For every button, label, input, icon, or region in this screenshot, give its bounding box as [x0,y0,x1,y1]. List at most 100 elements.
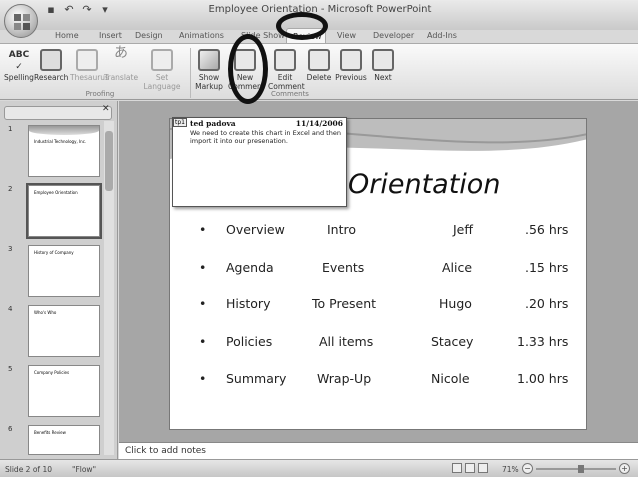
show-markup-button[interactable]: Show Markup [192,49,226,91]
show-markup-icon [198,49,220,71]
notes-pane[interactable]: Click to add notes [119,442,638,459]
redo-icon[interactable]: ↷ [80,3,94,17]
office-logo-icon [14,14,30,30]
slides-scrollbar[interactable] [104,121,114,455]
research-button[interactable]: Research [34,49,68,82]
next-icon [372,49,394,71]
comment-popup[interactable]: tp1 ted padova 11/14/2006 We need to cre… [172,117,347,207]
description-text: Events [322,260,365,275]
slide-number: 2 [8,185,13,193]
slide-number: 4 [8,305,13,313]
slide-show-icon[interactable] [478,463,488,473]
thumb-title: Industrial Technology, Inc. [34,139,87,144]
thumb-title: Benefits Review [34,430,66,435]
theme-name: "Flow" [72,465,97,474]
tab-developer[interactable]: Developer [362,28,416,43]
group-separator [190,48,191,98]
slide-title[interactable]: Orientation [348,169,500,200]
topic-text: Overview [226,222,285,237]
slide-number: 6 [8,425,13,433]
zoom-out-icon[interactable]: − [522,463,533,474]
tab-home[interactable]: Home [44,28,88,43]
slide-sorter-icon[interactable] [465,463,475,473]
zoom-in-icon[interactable]: + [619,463,630,474]
slide-thumbnail-1[interactable]: Industrial Technology, Inc. [28,125,100,177]
annotation-circle-review-tab [276,12,328,40]
thesaurus-button[interactable]: Thesaurus [70,49,109,82]
topic-text: Agenda [226,260,274,275]
research-icon [40,49,62,71]
slide-thumbnail-5[interactable]: Company Policies [28,365,100,417]
normal-view-icon[interactable] [452,463,462,473]
zoom-slider-handle[interactable] [578,465,584,473]
presenter-text: Stacey [431,334,474,349]
save-icon[interactable]: ▪ [44,3,58,17]
slide-thumbnail-6[interactable]: Benefits Review [28,425,100,455]
qat-dropdown-icon[interactable]: ▾ [98,3,112,17]
presenter-text: Hugo [439,296,472,311]
set-language-button[interactable]: Set Language [142,49,182,91]
slide-thumbnail-4[interactable]: Who's Who [28,305,100,357]
bullet: • [199,260,207,275]
thumb-title: History of Company [34,250,74,255]
thumb-title: Employee Orientation [34,190,78,195]
spelling-icon: ABC ✓ [8,50,30,72]
zoom-slider[interactable] [536,465,616,473]
thumb-title: Company Policies [34,370,70,375]
tab-view[interactable]: View [326,28,362,43]
presenter-text: Alice [442,260,473,275]
delete-comment-button[interactable]: Delete [302,49,336,82]
slides-pane: ✕ 1 Industrial Technology, Inc. 2 Employ… [0,101,118,459]
view-buttons [452,463,488,473]
bullet: • [199,296,207,311]
duration-text: 1.00 hrs [517,371,569,386]
description-text: To Present [312,296,377,311]
slide-thumbnail-2[interactable]: Employee Orientation [26,183,102,239]
annotation-circle-new-comment [228,34,268,104]
previous-comment-button[interactable]: Previous [334,49,368,82]
thesaurus-icon [76,49,98,71]
slide-count: Slide 2 of 10 [5,465,52,474]
tab-animations[interactable]: Animations [168,28,230,43]
edit-comment-button[interactable]: Edit Comment [268,49,305,91]
tab-insert[interactable]: Insert [88,28,124,43]
edit-comment-icon [274,49,296,71]
pane-tabs[interactable] [4,106,112,120]
bullet: • [199,334,207,349]
ribbon: ABC ✓ Spelling Research Thesaurus あ Trans… [0,43,638,100]
thumb-title: Who's Who [34,310,57,315]
slide-number: 1 [8,125,13,133]
description-text: All items [319,334,374,349]
office-button[interactable] [4,4,38,38]
zoom-level[interactable]: 71% [502,465,519,474]
window-title: Employee Orientation - Microsoft PowerPo… [208,4,432,15]
description-text: Wrap-Up [317,371,372,386]
duration-text: 1.33 hrs [517,334,569,349]
language-icon [151,49,173,71]
topic-text: History [226,296,271,311]
previous-icon [340,49,362,71]
close-icon[interactable]: ✕ [102,104,110,114]
comment-author: ted padova [190,119,236,128]
slide-number: 5 [8,365,13,373]
undo-icon[interactable]: ↶ [62,3,76,17]
bullet: • [199,222,207,237]
duration-text: .15 hrs [525,260,569,275]
comment-marker[interactable]: tp1 [173,118,187,127]
tab-add-ins[interactable]: Add-Ins [416,28,462,43]
topic-text: Summary [226,371,287,386]
scrollbar-thumb[interactable] [105,131,113,191]
next-comment-button[interactable]: Next [366,49,400,82]
comment-text[interactable]: We need to create this chart in Excel an… [173,128,346,145]
comment-date: 11/14/2006 [295,119,343,128]
translate-icon: あ [114,45,128,61]
slide-thumbnail-3[interactable]: History of Company [28,245,100,297]
slide-number: 3 [8,245,13,253]
presenter-text: Nicole [431,371,470,386]
tab-design[interactable]: Design [124,28,168,43]
powerpoint-window: ▪ ↶ ↷ ▾ Employee Orientation - Microsoft… [0,0,638,477]
translate-button[interactable]: あ Translate [104,45,138,82]
presenter-text: Jeff [453,222,473,237]
bullet: • [199,371,207,386]
spelling-button[interactable]: ABC ✓ Spelling [2,49,36,82]
